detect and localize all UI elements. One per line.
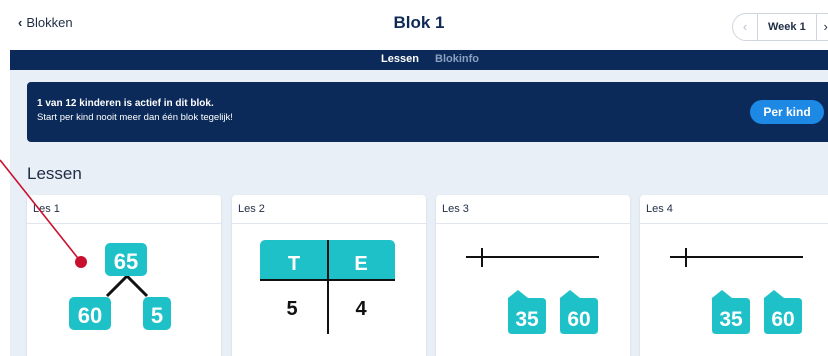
tile-35-label: 35 [719, 308, 743, 331]
header-e: E [354, 253, 367, 275]
lesson-label: Les 3 [436, 195, 630, 224]
value-e: 4 [355, 298, 367, 320]
lesson-label: Les 1 [27, 195, 221, 224]
tile-35-label: 35 [515, 308, 539, 331]
place-value-table-illustration: T E 5 4 [260, 240, 395, 334]
lesson-card-3[interactable]: Les 3 35 60 [436, 195, 630, 356]
per-kind-button[interactable]: Per kind [750, 100, 824, 124]
lesson-label: Les 4 [640, 195, 828, 224]
lesson-card-2[interactable]: Les 2 T E 5 4 [232, 195, 426, 356]
week-label[interactable]: Week 1 [758, 14, 817, 40]
split-line-right [125, 274, 149, 298]
right-number: 5 [151, 303, 163, 328]
split-line-left [105, 274, 129, 298]
banner-text: Start per kind nooit meer dan één blok t… [37, 112, 233, 123]
info-banner: 1 van 12 kinderen is actief in dit blok.… [27, 82, 828, 142]
tile-60-label: 60 [567, 308, 590, 331]
lesson-card-4[interactable]: Les 4 35 60 [640, 195, 828, 356]
page-title: Blok 1 [393, 13, 445, 32]
chevron-right-icon[interactable]: › [817, 14, 828, 40]
section-title: Lessen [27, 164, 82, 183]
sub-navigation: Lessen Blokinfo [10, 50, 828, 70]
chevron-left-icon[interactable]: ‹ [733, 14, 758, 40]
number-line-illustration: 35 60 [670, 248, 803, 334]
value-t: 5 [286, 298, 297, 320]
week-navigator: ‹ Week 1 › [732, 13, 828, 41]
header-t: T [288, 253, 300, 275]
lesson-card-1[interactable]: Les 1 65 60 5 [27, 195, 221, 356]
left-frame-edge [0, 0, 10, 356]
top-bar: ‹ Blokken Blok 1 ‹ Week 1 › [10, 0, 828, 51]
tile-60-label: 60 [771, 308, 794, 331]
tab-blokinfo[interactable]: Blokinfo [435, 53, 479, 65]
lesson-label: Les 2 [232, 195, 426, 224]
tab-lessen[interactable]: Lessen [381, 53, 419, 65]
number-split-illustration: 65 60 5 [69, 243, 171, 330]
app-window: ‹ Blokken Blok 1 ‹ Week 1 › Lessen Bloki… [10, 0, 828, 356]
top-number: 65 [114, 249, 138, 274]
left-number: 60 [78, 303, 102, 328]
number-line-illustration: 35 60 [466, 248, 599, 334]
banner-title: 1 van 12 kinderen is actief in dit blok. [37, 98, 214, 109]
